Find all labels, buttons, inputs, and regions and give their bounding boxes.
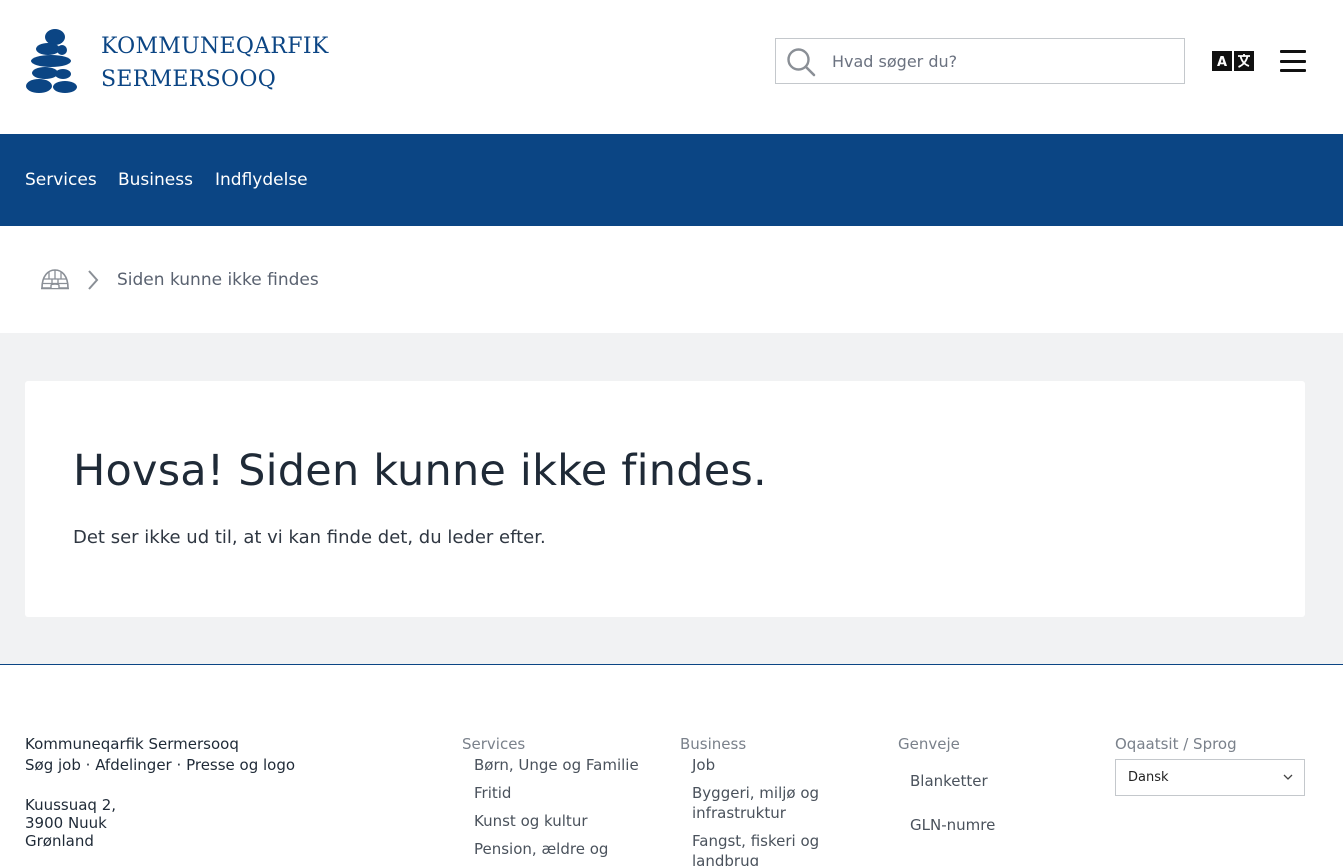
menu-bar (1280, 69, 1306, 72)
main-content: Hovsa! Siden kunne ikke findes. Det ser … (0, 333, 1343, 665)
footer-col-shortcuts: Genveje Blanketter GLN-numre (898, 734, 995, 835)
site-footer: Kommuneqarfik Sermersooq Søg job · Afdel… (0, 666, 1343, 866)
footer-link[interactable]: Fritid (474, 783, 639, 803)
footer-col-services: Services Børn, Unge og Familie Fritid Ku… (462, 734, 639, 859)
footer-link[interactable]: Byggeri, miljø og (692, 783, 819, 803)
language-select[interactable]: Dansk (1115, 759, 1305, 796)
breadcrumb-current: Siden kunne ikke findes (117, 270, 319, 290)
search-icon[interactable] (786, 47, 816, 77)
menu-bar (1280, 50, 1306, 53)
nav-item-services[interactable]: Services (25, 169, 97, 191)
site-header: KOMMUNEQARFIK SERMERSOOQ A (0, 0, 1343, 134)
chevron-right-icon (88, 270, 99, 290)
footer-link-separator: · (176, 756, 182, 774)
footer-links: Søg job · Afdelinger · Presse og logo (25, 755, 295, 775)
svg-text:A: A (1217, 55, 1227, 70)
address-line: Grønland (25, 832, 94, 850)
site-brand-name[interactable]: KOMMUNEQARFIK SERMERSOOQ (101, 30, 329, 96)
footer-link-jobs[interactable]: Søg job (25, 756, 81, 774)
hamburger-menu-icon[interactable] (1280, 50, 1306, 72)
footer-link[interactable]: Blanketter (910, 771, 995, 791)
menu-bar (1280, 59, 1306, 63)
main-navigation: Services Business Indflydelse (0, 134, 1343, 226)
footer-language: Oqaatsit / Sprog (1115, 734, 1237, 754)
footer-link[interactable]: GLN-numre (910, 815, 995, 835)
page-title: Hovsa! Siden kunne ikke findes. (73, 446, 767, 496)
translate-icon[interactable]: A (1212, 51, 1254, 71)
igloo-home-icon[interactable] (40, 268, 70, 290)
footer-link[interactable]: Job (692, 755, 819, 775)
footer-org-name: Kommuneqarfik Sermersooq (25, 735, 239, 753)
language-selected-value: Dansk (1128, 770, 1169, 785)
inuksuk-logo-icon[interactable] (25, 28, 79, 94)
brand-line-1: KOMMUNEQARFIK (101, 34, 329, 59)
error-card: Hovsa! Siden kunne ikke findes. Det ser … (25, 381, 1305, 617)
footer-col-list: Børn, Unge og Familie Fritid Kunst og ku… (474, 755, 639, 859)
footer-link[interactable]: Børn, Unge og Familie (474, 755, 639, 775)
footer-link[interactable]: Fangst, fiskeri og (692, 831, 819, 851)
language-heading: Oqaatsit / Sprog (1115, 735, 1237, 753)
footer-address: Kuussuaq 2, 3900 Nuuk Grønland (25, 796, 116, 850)
footer-col-business: Business Job Byggeri, miljø og infrastru… (680, 734, 819, 866)
footer-link-departments[interactable]: Afdelinger (95, 756, 172, 774)
footer-col-heading: Genveje (898, 735, 960, 753)
footer-col-heading: Business (680, 735, 747, 753)
footer-link[interactable]: infrastruktur (692, 803, 819, 823)
footer-col-list: Blanketter GLN-numre (910, 771, 995, 835)
address-line: Kuussuaq 2, (25, 796, 117, 814)
address-line: 3900 Nuuk (25, 814, 107, 832)
footer-col-heading: Services (462, 735, 526, 753)
footer-link-press[interactable]: Presse og logo (186, 756, 295, 774)
chevron-down-icon (1283, 774, 1293, 780)
footer-col-list: Job Byggeri, miljø og infrastruktur Fang… (692, 755, 819, 866)
breadcrumb: Siden kunne ikke findes (0, 226, 1343, 333)
nav-item-indflydelse[interactable]: Indflydelse (215, 169, 308, 191)
footer-link[interactable]: Kunst og kultur (474, 811, 639, 831)
search-input[interactable] (832, 39, 1172, 83)
search-box[interactable] (775, 38, 1185, 84)
footer-link[interactable]: landbrug (692, 851, 819, 866)
brand-line-2: SERMERSOOQ (101, 67, 277, 92)
error-message: Det ser ikke ud til, at vi kan finde det… (73, 527, 546, 548)
nav-item-business[interactable]: Business (118, 169, 193, 191)
footer-link[interactable]: Pension, ældre og (474, 839, 639, 859)
footer-link-separator: · (85, 756, 91, 774)
